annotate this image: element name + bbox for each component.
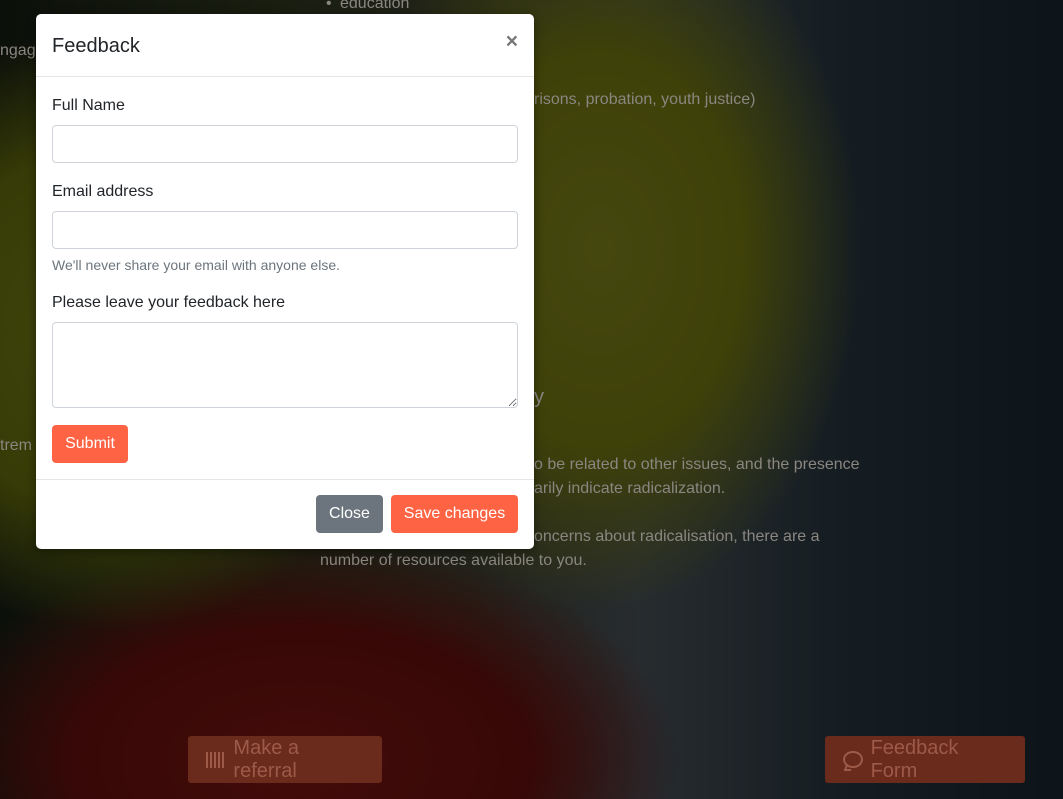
feedback-form-label: Feedback Form bbox=[870, 736, 959, 782]
feedback-form-button[interactable]: Feedback Form bbox=[825, 736, 1025, 783]
comment-icon bbox=[843, 751, 863, 768]
close-button[interactable]: Close bbox=[316, 495, 383, 533]
full-name-label: Full Name bbox=[52, 97, 125, 114]
modal-header: Feedback × bbox=[36, 14, 534, 77]
modal-body: Full Name Email address We'll never shar… bbox=[36, 77, 534, 480]
email-help-text: We'll never share your email with anyone… bbox=[52, 257, 340, 273]
feedback-modal: Feedback × Full Name Email address We'll… bbox=[36, 14, 534, 549]
feedback-label: Please leave your feedback here bbox=[52, 294, 286, 311]
bg-text-fragment: ngag bbox=[0, 42, 36, 59]
full-name-input[interactable] bbox=[52, 125, 518, 163]
bg-text-fragment: trem bbox=[0, 437, 32, 454]
modal-title: Feedback bbox=[52, 35, 140, 57]
bg-paragraph-line: o be related to other issues, and the pr… bbox=[534, 456, 860, 473]
feedback-textarea[interactable] bbox=[52, 322, 518, 408]
submit-button[interactable]: Submit bbox=[52, 425, 128, 463]
bg-paragraph-line: number of resources available to you. bbox=[320, 552, 587, 569]
bg-paragraph-line: arily indicate radicalization. bbox=[534, 480, 726, 497]
make-referral-button[interactable]: Make a referral bbox=[188, 736, 382, 783]
email-label: Email address bbox=[52, 183, 154, 200]
make-referral-label: Make a referral bbox=[233, 736, 300, 782]
save-changes-button[interactable]: Save changes bbox=[391, 495, 518, 533]
email-input[interactable] bbox=[52, 211, 518, 249]
bg-paragraph-line: oncerns about radicalisation, there are … bbox=[534, 528, 820, 545]
close-icon[interactable]: × bbox=[506, 30, 518, 54]
bg-text-fragment: risons, probation, youth justice) bbox=[534, 91, 756, 108]
bg-heading-fragment: y bbox=[534, 386, 544, 408]
barcode-icon bbox=[206, 751, 226, 768]
page: education ngag risons, probation, youth … bbox=[0, 0, 1063, 799]
